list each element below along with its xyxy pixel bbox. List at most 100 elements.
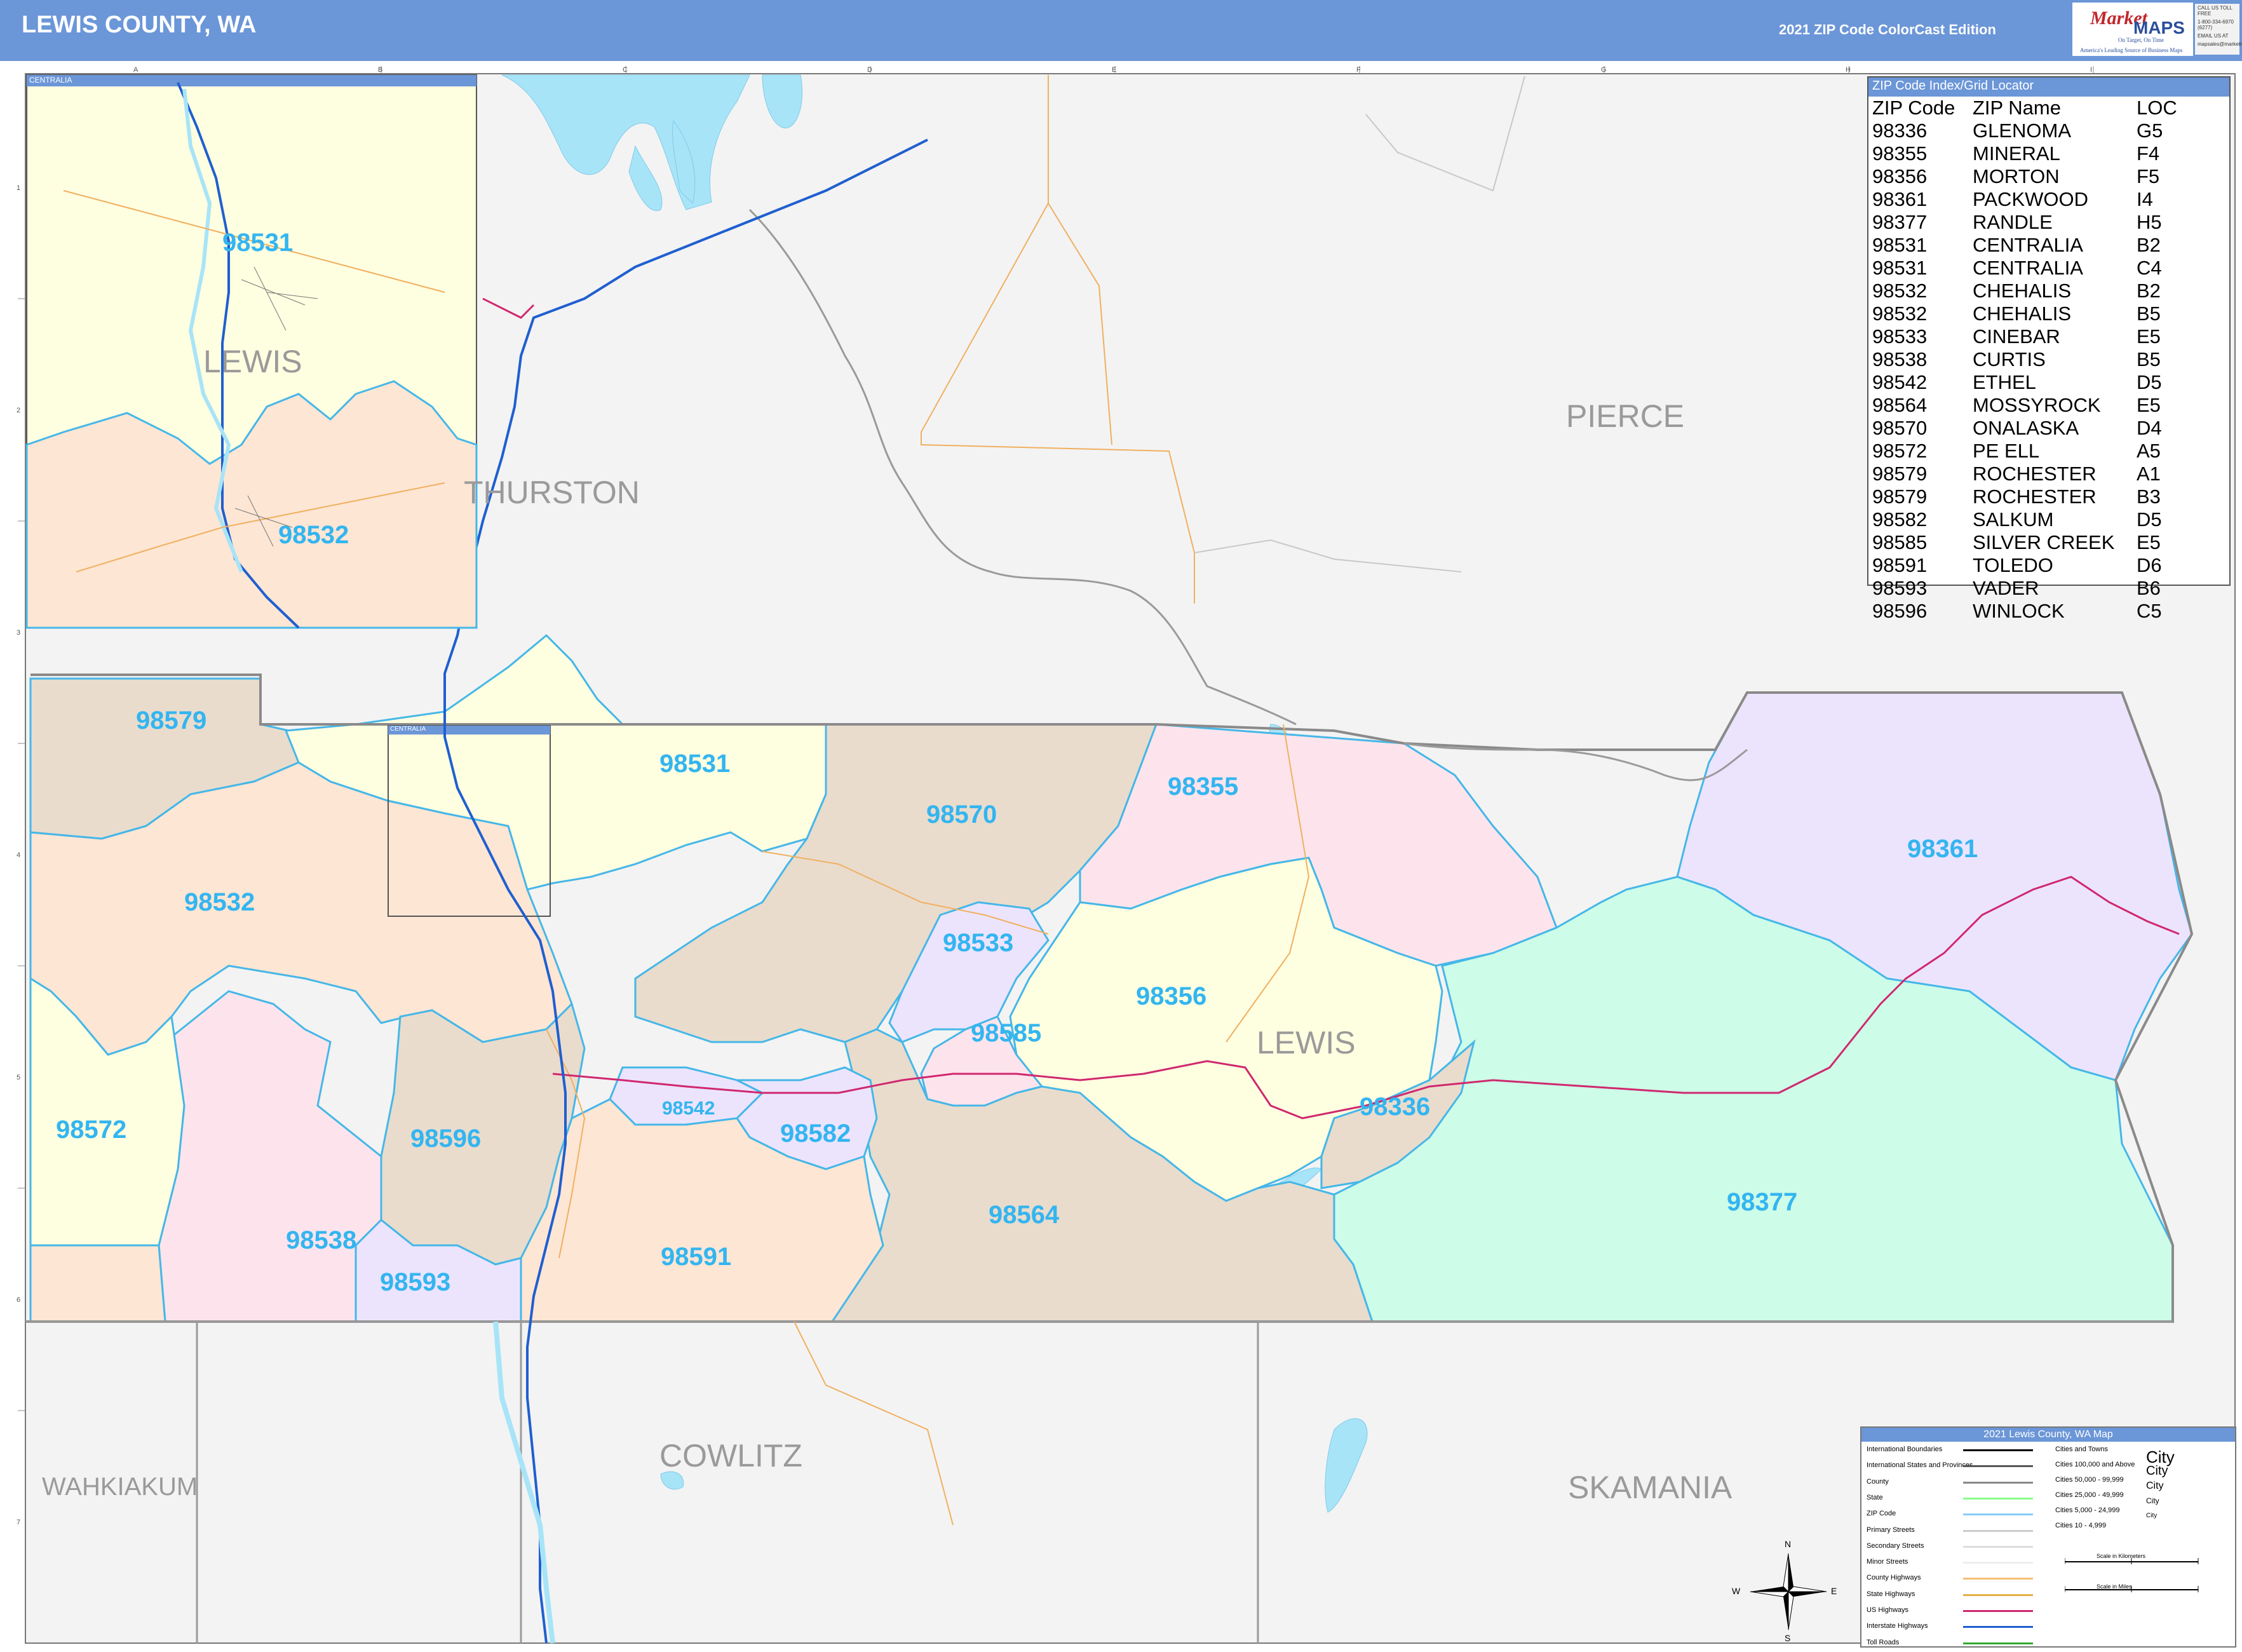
- zip-index-row: 98596 WINLOCK C5: [1870, 600, 2180, 623]
- zip-code-cell: 98532: [1872, 280, 1928, 302]
- legend-line-label: State: [1867, 1493, 1883, 1501]
- zip-label: 98538: [286, 1226, 357, 1254]
- legend-city-label: Cities 25,000 - 49,999: [2055, 1491, 2124, 1499]
- zip-code-cell: 98532: [1872, 302, 1928, 325]
- zip-loc-cell: B2: [2137, 234, 2161, 256]
- grid-row-3: 3: [17, 629, 21, 637]
- zip-index-row: 98356 MORTON F5: [1870, 165, 2180, 188]
- zip-index-row: 98579 ROCHESTER A1: [1870, 463, 2180, 485]
- legend-line-sample: [1963, 1594, 2033, 1596]
- legend-city-label: Cities 50,000 - 99,999: [2055, 1476, 2124, 1484]
- zip-index-row: 98336 GLENOMA G5: [1870, 119, 2180, 142]
- zip-loc-cell: E5: [2137, 325, 2161, 348]
- zip-name-cell: CENTRALIA: [1973, 257, 2083, 279]
- grid-col-f: F: [1356, 66, 1361, 74]
- zip-index-row: 98355 MINERAL F4: [1870, 142, 2180, 165]
- zip-name-cell: RANDLE: [1973, 211, 2053, 233]
- zip-label: 98361: [1907, 835, 1978, 863]
- grid-col-h: H: [1846, 66, 1851, 74]
- legend-line-label: Primary Streets: [1867, 1526, 1915, 1534]
- legend-line-label: Secondary Streets: [1867, 1541, 1924, 1550]
- logo-maps: MAPS: [2133, 18, 2185, 37]
- map-legend: 2021 Lewis County, WA Map International …: [1860, 1426, 2236, 1648]
- inset-title: CENTRALIA: [29, 76, 72, 85]
- zip-index-row: 98572 PE ELL A5: [1870, 440, 2180, 463]
- legend-line-label: Interstate Highways: [1867, 1622, 1928, 1630]
- header-bar: LEWIS COUNTY, WA 2021 ZIP Code ColorCast…: [0, 0, 2242, 61]
- grid-col-i: I: [2090, 66, 2093, 74]
- inset-county-label-lewis: LEWIS: [203, 344, 302, 379]
- zip-loc-cell: A1: [2137, 463, 2161, 485]
- zip-index-title: ZIP Code Index/Grid Locator: [1868, 78, 2229, 97]
- zip-code-cell: 98579: [1872, 463, 1928, 485]
- zip-loc-cell: E5: [2137, 531, 2161, 553]
- zip-code-cell: 98538: [1872, 348, 1928, 370]
- zip-code-cell: 98356: [1872, 165, 1928, 187]
- grid-row-4: 4: [17, 851, 21, 859]
- zip-loc-cell: C5: [2137, 600, 2162, 622]
- zip-name-cell: GLENOMA: [1973, 119, 2072, 142]
- legend-line-sample: [1963, 1481, 2033, 1484]
- zip-name-cell: PE ELL: [1973, 440, 2040, 462]
- map-title: LEWIS COUNTY, WA: [22, 11, 257, 38]
- zip-name-cell: CENTRALIA: [1973, 234, 2083, 256]
- legend-city-label: Cities 5,000 - 24,999: [2055, 1506, 2120, 1514]
- grid-row-6: 6: [17, 1296, 21, 1304]
- legend-title: 2021 Lewis County, WA Map: [1861, 1428, 2235, 1442]
- legend-line-sample: [1963, 1642, 2033, 1644]
- inset-locator-title: CENTRALIA: [390, 726, 426, 733]
- zip-index-row: 98377 RANDLE H5: [1870, 211, 2180, 234]
- zip-label: 98579: [136, 707, 207, 735]
- zip-loc-cell: D5: [2137, 508, 2162, 531]
- zip-name-cell: CHEHALIS: [1973, 280, 2072, 302]
- legend-line-sample: [1963, 1610, 2033, 1612]
- grid-row-7: 7: [17, 1519, 21, 1526]
- zip-code-cell: 98596: [1872, 600, 1928, 622]
- county-label-wahkiakum: WAHKIAKUM: [42, 1473, 198, 1501]
- legend-line-sample: [1963, 1626, 2033, 1628]
- compass-e: E: [1831, 1586, 1837, 1596]
- zip-loc-cell: D4: [2137, 417, 2162, 439]
- zip-label: 98336: [1360, 1093, 1431, 1121]
- scale-bars: [2065, 1558, 2199, 1592]
- zip-index-row: 98361 PACKWOOD I4: [1870, 188, 2180, 211]
- zip-code-cell: 98591: [1872, 554, 1928, 576]
- zip-index-row: 98593 VADER B6: [1870, 577, 2180, 600]
- legend-line-label: ZIP Code: [1867, 1510, 1896, 1518]
- legend-line-label: Minor Streets: [1867, 1558, 1908, 1566]
- zip-loc-cell: B6: [2137, 577, 2161, 599]
- contact-line: EMAIL US AT: [2198, 33, 2229, 39]
- zip-code-cell: 98582: [1872, 508, 1928, 531]
- zip-label: 98582: [780, 1120, 851, 1148]
- zip-label: 98531: [659, 750, 731, 778]
- zip-loc-cell: G5: [2137, 119, 2163, 142]
- zip-loc-cell: I4: [2137, 188, 2153, 210]
- legend-line-sample: [1963, 1513, 2033, 1516]
- zip-name-cell: ROCHESTER: [1973, 485, 2097, 508]
- grid-col-a: A: [133, 66, 138, 74]
- zip-label: 98532: [184, 888, 255, 916]
- compass-w: W: [1732, 1586, 1741, 1596]
- legend-line-sample: [1963, 1449, 2033, 1451]
- zip-name-cell: CURTIS: [1973, 348, 2046, 370]
- contact-box: CALL US TOLL FREE 1-800-334-6970 (6277) …: [2195, 4, 2242, 55]
- zip-index-row: 98564 MOSSYROCK E5: [1870, 394, 2180, 417]
- zip-loc-cell: F4: [2137, 142, 2160, 165]
- compass-s: S: [1785, 1633, 1791, 1643]
- zip-loc-cell: D6: [2137, 554, 2162, 576]
- logo-tagline: On Target, On Time: [2118, 37, 2164, 43]
- legend-line-sample: [1963, 1562, 2033, 1564]
- zip-code-cell: 98531: [1872, 234, 1928, 256]
- zip-label: 98596: [410, 1125, 482, 1153]
- lewis-county-zip-zones: [29, 633, 2193, 1323]
- zip-loc-cell: F5: [2137, 165, 2160, 187]
- grid-col-b: B: [378, 66, 383, 74]
- grid-row-1: 1: [17, 184, 21, 192]
- zip-name-cell: MORTON: [1973, 165, 2060, 187]
- zip-index-row: 98532 CHEHALIS B5: [1870, 302, 2180, 325]
- zip-code-cell: 98542: [1872, 371, 1928, 393]
- zip-name-cell: ETHEL: [1973, 371, 2036, 393]
- zip-code-cell: 98533: [1872, 325, 1928, 348]
- zip-label: 98585: [971, 1019, 1042, 1047]
- zip-index-row: 98582 SALKUM D5: [1870, 508, 2180, 531]
